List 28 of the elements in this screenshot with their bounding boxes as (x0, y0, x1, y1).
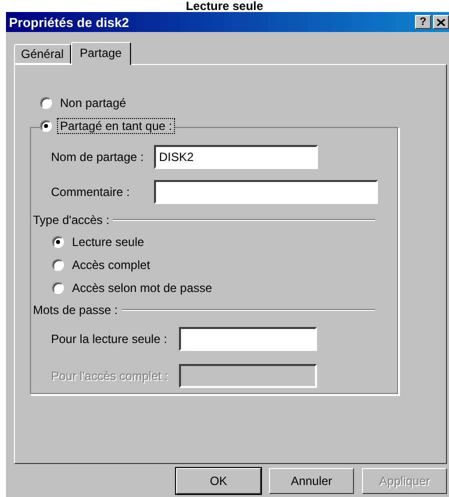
field-label: Pour l'accès complet : (51, 368, 170, 383)
radio-label: Accès selon mot de passe (71, 281, 214, 296)
radio-button[interactable] (40, 97, 52, 109)
window-title: Propriétés de disk2 (9, 14, 129, 30)
radio-label: Partagé en tant que : (58, 119, 174, 133)
radio-label: Accès complet (71, 258, 152, 272)
radio-button[interactable] (52, 236, 64, 248)
text-field[interactable] (154, 180, 378, 204)
text-field[interactable]: DISK2 (154, 145, 318, 170)
radio-button[interactable] (40, 120, 52, 132)
tab[interactable]: Partage (70, 42, 131, 65)
dialog-button[interactable]: Annuler (269, 468, 354, 494)
password-field[interactable] (179, 327, 317, 352)
radio-button[interactable] (52, 259, 64, 272)
field-label: Pour la lecture seule : (51, 332, 168, 346)
section-title: Mots de passe : (33, 303, 118, 318)
field-label: Nom de partage : (51, 150, 145, 164)
dialog-button[interactable]: OK (176, 468, 261, 494)
radio-button[interactable] (52, 282, 64, 294)
tab[interactable]: Général (14, 44, 71, 64)
help-button[interactable]: ? (415, 15, 431, 29)
section-title: Type d'accès : (33, 212, 110, 227)
field-label: Commentaire : (51, 184, 131, 199)
page-heading: Lecture seule (186, 0, 264, 12)
radio-label: Non partagé (59, 96, 128, 110)
close-button[interactable] (433, 15, 449, 29)
close-icon (437, 18, 445, 26)
radio-label: Lecture seule (71, 235, 146, 250)
